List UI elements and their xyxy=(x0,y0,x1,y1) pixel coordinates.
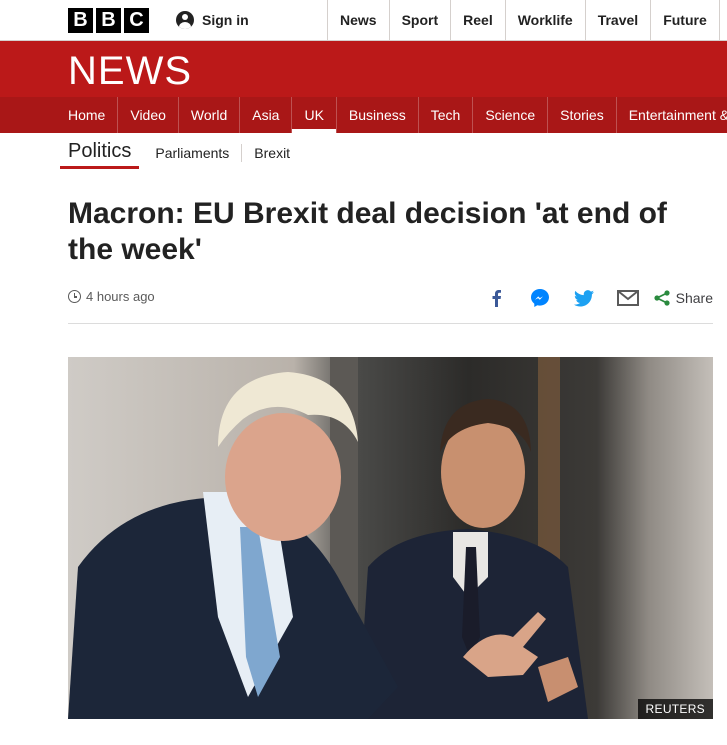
bbc-logo[interactable]: B B C xyxy=(68,8,149,33)
sign-in-label: Sign in xyxy=(202,12,249,28)
article-meta: 4 hours ago Share xyxy=(68,287,713,309)
global-nav-reel[interactable]: Reel xyxy=(450,0,505,40)
article-headline: Macron: EU Brexit deal decision 'at end … xyxy=(68,197,667,266)
clock-icon xyxy=(68,290,81,303)
global-nav-future[interactable]: Future xyxy=(650,0,719,40)
news-nav-business[interactable]: Business xyxy=(335,97,418,133)
news-nav-home[interactable]: Home xyxy=(56,97,117,133)
sub-nav-brexit[interactable]: Brexit xyxy=(241,143,302,162)
global-nav-travel[interactable]: Travel xyxy=(584,0,650,40)
news-nav-science[interactable]: Science xyxy=(472,97,547,133)
share-label: Share xyxy=(675,290,713,306)
image-credit: REUTERS xyxy=(637,699,713,719)
secondary-nav: Politics Parliaments Brexit xyxy=(60,136,302,169)
global-nav: News Sport Reel Worklife Travel Future M… xyxy=(327,0,727,40)
facebook-icon[interactable] xyxy=(474,287,518,309)
article-image: REUTERS xyxy=(68,357,713,719)
global-nav-news[interactable]: News xyxy=(327,0,389,40)
news-nav-world[interactable]: World xyxy=(177,97,239,133)
news-nav-uk[interactable]: UK xyxy=(291,97,337,133)
global-nav-worklife[interactable]: Worklife xyxy=(504,0,585,40)
email-icon[interactable] xyxy=(606,287,650,309)
global-header: B B C Sign in News Sport Reel Worklife T… xyxy=(0,0,727,41)
news-nav-tech[interactable]: Tech xyxy=(417,97,473,133)
news-nav-asia[interactable]: Asia xyxy=(239,97,291,133)
news-nav-video[interactable]: Video xyxy=(117,97,178,133)
news-banner: NEWS xyxy=(0,41,727,97)
meta-divider xyxy=(68,323,713,324)
bbc-logo-letter: B xyxy=(96,8,121,33)
news-nav-stories[interactable]: Stories xyxy=(547,97,616,133)
timestamp-text: 4 hours ago xyxy=(86,289,155,304)
share-icon xyxy=(654,290,670,306)
share-button[interactable]: Share xyxy=(654,290,713,306)
sub-nav-parliaments[interactable]: Parliaments xyxy=(143,144,241,162)
news-nav: Home Video World Asia UK Business Tech S… xyxy=(0,97,727,133)
article-timestamp: 4 hours ago xyxy=(68,289,155,304)
sign-in-link[interactable]: Sign in xyxy=(176,11,249,29)
user-icon xyxy=(176,11,194,29)
share-tools: Share xyxy=(474,287,713,309)
leaders-photo xyxy=(68,357,713,719)
bbc-logo-letter: C xyxy=(124,8,149,33)
global-nav-sport[interactable]: Sport xyxy=(388,0,451,40)
news-logo[interactable]: NEWS xyxy=(68,49,192,94)
sub-nav-politics[interactable]: Politics xyxy=(60,136,140,169)
messenger-icon[interactable] xyxy=(518,287,562,309)
twitter-icon[interactable] xyxy=(562,287,606,309)
news-nav-entertainment[interactable]: Entertainment & xyxy=(615,97,727,133)
global-nav-more[interactable]: Mc xyxy=(718,0,727,40)
bbc-logo-letter: B xyxy=(68,8,93,33)
